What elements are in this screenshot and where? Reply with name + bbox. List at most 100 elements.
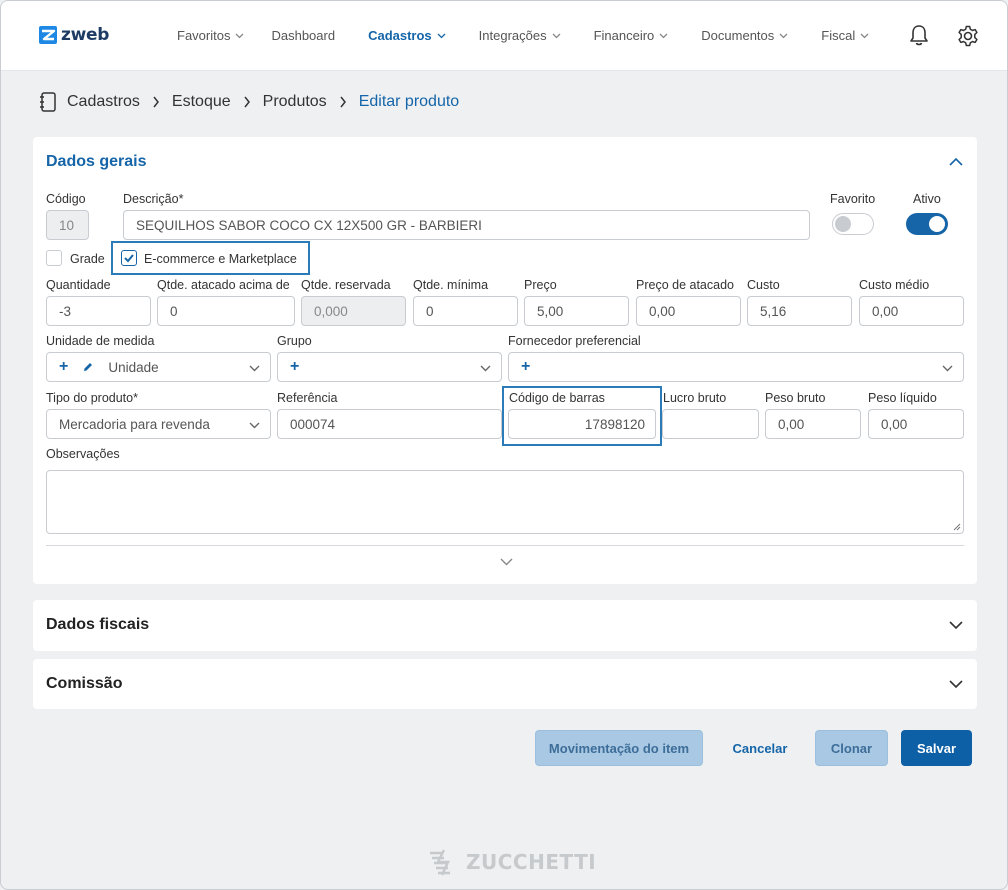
qty-field-input[interactable]: 0	[413, 296, 518, 326]
fiscal-data-card[interactable]: Dados fiscais	[33, 600, 977, 651]
lucro-bruto-field[interactable]	[662, 409, 759, 439]
breadcrumb-estoque[interactable]: Estoque	[172, 93, 231, 111]
chevron-down-icon	[437, 33, 446, 38]
codigo-field[interactable]: 10	[46, 210, 89, 240]
footer-brand-text: ZUCCHETTI	[466, 850, 597, 874]
qty-field-input[interactable]: 5,16	[747, 296, 852, 326]
grupo-select[interactable]: +	[277, 352, 502, 382]
nav-item-label: Cadastros	[368, 28, 432, 43]
nav-item-cadastros[interactable]: Cadastros	[368, 28, 446, 43]
cancel-button[interactable]: Cancelar	[720, 730, 800, 766]
peso-bruto-field[interactable]: 0,00	[765, 409, 861, 439]
toggle-knob	[929, 216, 945, 232]
favorito-toggle[interactable]	[832, 213, 874, 235]
unidade-select[interactable]: + Unidade	[46, 352, 271, 382]
qty-field-input[interactable]: 0,00	[636, 296, 741, 326]
grade-label: Grade	[70, 252, 105, 266]
plus-icon[interactable]: +	[290, 358, 299, 376]
bell-icon[interactable]	[906, 23, 932, 49]
codigo-label: Código	[46, 192, 86, 206]
qty-field-input[interactable]: 0	[157, 296, 295, 326]
tipo-value: Mercadoria para revenda	[59, 416, 210, 432]
chevron-down-icon[interactable]	[500, 558, 513, 566]
chevron-down-icon	[779, 33, 788, 38]
chevron-down-icon	[659, 33, 668, 38]
app-window: zweb Favoritos Dashboard Cadastros Integraç…	[0, 0, 1008, 890]
pencil-icon[interactable]	[82, 361, 94, 373]
qty-field-input[interactable]: 0,00	[859, 296, 964, 326]
gear-icon[interactable]	[955, 23, 981, 49]
breadcrumb-current: Editar produto	[358, 93, 460, 110]
ativo-toggle[interactable]	[906, 213, 948, 235]
referencia-label: Referência	[277, 391, 338, 405]
qty-field-input[interactable]: 5,00	[524, 296, 629, 326]
unidade-value: Unidade	[108, 359, 159, 375]
ecommerce-checkbox[interactable]	[121, 250, 137, 266]
toggle-knob	[835, 216, 851, 232]
chevron-down-icon[interactable]	[949, 621, 963, 630]
check-icon	[124, 254, 134, 263]
codigo-barras-label: Código de barras	[509, 391, 605, 405]
chevron-down-icon	[552, 33, 561, 38]
peso-liquido-field[interactable]: 0,00	[868, 409, 964, 439]
qty-field-input[interactable]: 0,000	[301, 296, 406, 326]
zweb-logo-icon	[39, 26, 57, 44]
zweb-logo[interactable]: zweb	[39, 25, 109, 45]
top-navigation-bar: zweb Favoritos Dashboard Cadastros Integraç…	[1, 1, 1007, 71]
save-button[interactable]: Salvar	[901, 730, 972, 766]
chevron-down-icon	[480, 365, 491, 372]
nav-item-integraes[interactable]: Integrações	[479, 28, 561, 43]
logo-text: zweb	[61, 25, 110, 45]
referencia-field[interactable]: 000074	[277, 409, 502, 439]
grade-checkbox[interactable]	[46, 250, 62, 266]
tipo-label: Tipo do produto*	[46, 391, 138, 405]
nav-item-label: Favoritos	[177, 28, 231, 43]
unidade-label: Unidade de medida	[46, 334, 155, 348]
chevron-down-icon	[942, 365, 953, 372]
resize-handle-icon[interactable]	[953, 523, 961, 531]
breadcrumb: Cadastros Estoque Produtos Editar produt…	[39, 92, 459, 112]
plus-icon[interactable]: +	[521, 358, 530, 376]
chevron-down-icon	[249, 365, 260, 372]
fornecedor-select[interactable]: +	[508, 352, 964, 382]
qty-field-label: Preço de atacado	[636, 278, 734, 292]
notebook-icon	[40, 92, 56, 112]
zucchetti-logo: ZUCCHETTI	[428, 847, 596, 877]
fornecedor-label: Fornecedor preferencial	[508, 334, 641, 348]
commission-title: Comissão	[46, 675, 123, 692]
nav-item-documentos[interactable]: Documentos	[701, 28, 788, 43]
nav-item-label: Documentos	[701, 28, 775, 43]
peso-liquido-label: Peso líquido	[868, 391, 937, 405]
observacoes-label: Observações	[46, 447, 120, 461]
commission-card[interactable]: Comissão	[33, 659, 977, 709]
nav-item-dashboard[interactable]: Dashboard	[271, 28, 335, 43]
chevron-down-icon	[860, 33, 869, 38]
breadcrumb-produtos[interactable]: Produtos	[263, 93, 327, 111]
chevron-right-icon	[153, 96, 159, 108]
qty-field-label: Quantidade	[46, 278, 111, 292]
nav-item-fiscal[interactable]: Fiscal	[821, 28, 869, 43]
chevron-down-icon	[236, 33, 244, 38]
qty-field-label: Custo médio	[859, 278, 930, 292]
chevron-right-icon	[340, 96, 346, 108]
chevron-up-icon[interactable]	[949, 157, 963, 166]
peso-bruto-label: Peso bruto	[765, 391, 826, 405]
qty-field-label: Qtde. mínima	[413, 278, 489, 292]
breadcrumb-cadastros[interactable]: Cadastros	[67, 93, 140, 111]
tipo-select[interactable]: Mercadoria para revenda	[46, 409, 271, 439]
fiscal-data-title: Dados fiscais	[46, 616, 150, 633]
clone-button[interactable]: Clonar	[815, 730, 888, 766]
nav-item-financeiro[interactable]: Financeiro	[594, 28, 669, 43]
plus-icon[interactable]: +	[59, 358, 68, 376]
nav-item-label: Financeiro	[593, 28, 655, 43]
observacoes-textarea[interactable]	[46, 470, 964, 534]
divider	[46, 545, 964, 546]
qty-field-label: Preço	[524, 278, 557, 292]
qty-field-input[interactable]: -3	[46, 296, 151, 326]
descricao-label: Descrição*	[123, 192, 184, 206]
movimentacao-button[interactable]: Movimentação do item	[535, 730, 703, 766]
nav-item-favoritos[interactable]: Favoritos	[177, 28, 244, 43]
descricao-field[interactable]: SEQUILHOS SABOR COCO CX 12X500 GR - BARB…	[123, 210, 810, 240]
chevron-down-icon[interactable]	[949, 680, 963, 689]
codigo-barras-field[interactable]: 17898120	[508, 409, 656, 439]
